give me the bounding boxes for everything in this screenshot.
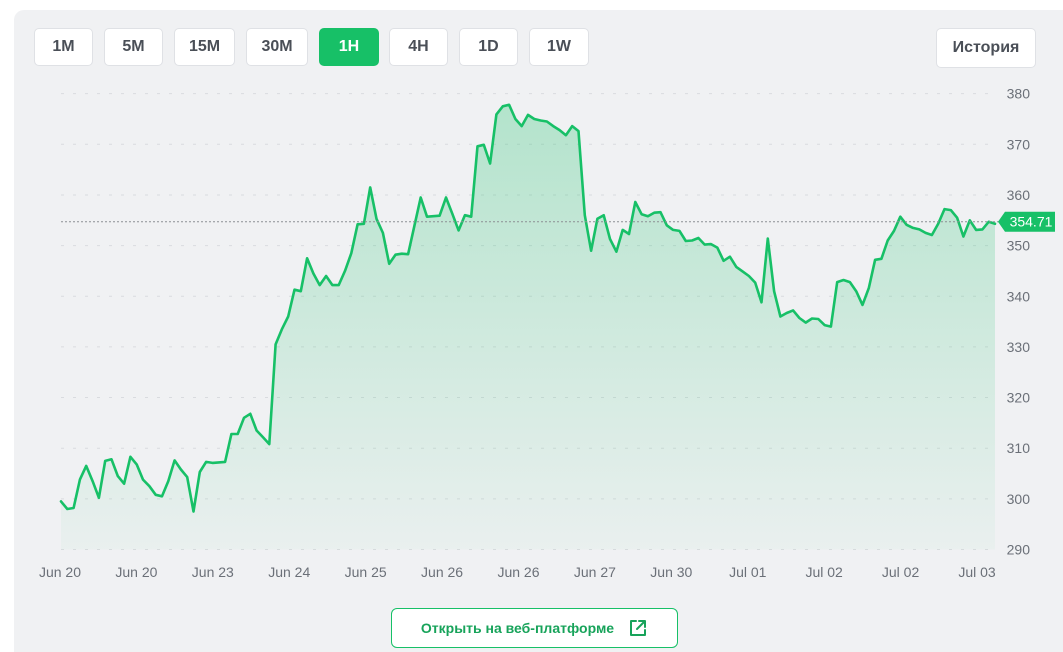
price-area (61, 104, 995, 550)
x-tick-label: Jun 27 (574, 564, 616, 580)
y-tick-label: 320 (1007, 390, 1031, 406)
y-tick-label: 330 (1007, 339, 1031, 355)
x-tick-label: Jun 26 (497, 564, 539, 580)
x-tick-label: Jul 02 (882, 564, 920, 580)
x-tick-label: Jun 24 (268, 564, 310, 580)
y-tick-label: 360 (1007, 187, 1031, 203)
open-web-platform-label: Открыть на веб-платформе (420, 620, 615, 636)
x-tick-label: Jun 25 (345, 564, 387, 580)
y-tick-label: 350 (1007, 238, 1031, 254)
y-tick-label: 290 (1007, 542, 1031, 558)
x-tick-label: Jun 20 (115, 564, 157, 580)
current-price-tag: 354.71 (998, 211, 1055, 232)
current-price-label: 354.71 (1010, 214, 1053, 230)
y-tick-label: 340 (1007, 288, 1031, 304)
x-tick-label: Jul 02 (805, 564, 843, 580)
open-web-platform-button[interactable]: Открыть на веб-платформе (391, 608, 678, 648)
y-tick-label: 310 (1007, 440, 1031, 456)
x-tick-label: Jun 30 (650, 564, 692, 580)
x-tick-label: Jul 01 (729, 564, 767, 580)
y-tick-label: 380 (1007, 86, 1031, 102)
x-tick-label: Jul 03 (958, 564, 996, 580)
external-link-icon (630, 620, 647, 636)
price-chart: 290 300 310 320 330 340 350 360 370 380 354.71 Jun … (39, 86, 1055, 580)
x-tick-label: Jun 23 (192, 564, 234, 580)
y-tick-label: 300 (1007, 491, 1031, 507)
y-tick-label: 370 (1007, 136, 1031, 152)
x-tick-label: Jun 20 (39, 564, 81, 580)
x-tick-label: Jun 26 (421, 564, 463, 580)
